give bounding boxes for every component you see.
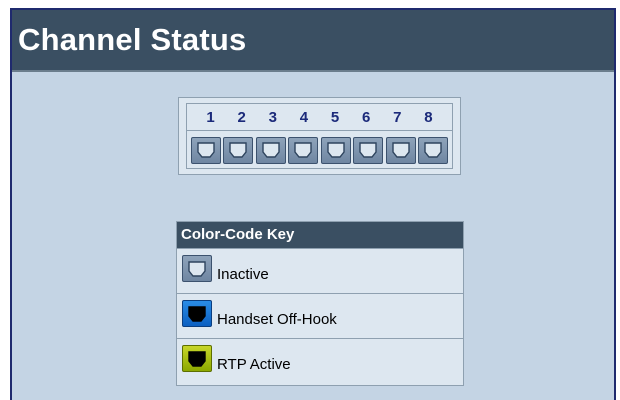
color-code-key-table: Color-Code Key Inactive Handset Off-Hook… — [176, 221, 464, 386]
offhook-port-icon — [182, 300, 212, 327]
key-header: Color-Code Key — [177, 222, 463, 249]
jack-glyph — [294, 142, 312, 158]
jack-glyph — [262, 142, 280, 158]
channel-number: 7 — [393, 109, 402, 126]
jack-glyph — [188, 305, 206, 322]
channel-status-table: 1 2 3 4 5 6 7 8 — [178, 97, 461, 175]
channel-number: 8 — [424, 109, 433, 126]
channel-number: 2 — [237, 109, 246, 126]
key-row-rtp-active: RTP Active — [177, 339, 463, 384]
inactive-port-icon — [182, 255, 212, 282]
key-label: RTP Active — [217, 356, 291, 373]
title-divider — [12, 70, 614, 72]
channel-port-icon[interactable] — [288, 136, 319, 164]
channel-port-icon[interactable] — [223, 136, 254, 164]
channel-number-row: 1 2 3 4 5 6 7 8 — [187, 104, 452, 131]
channel-port-icon[interactable] — [353, 136, 384, 164]
channel-number: 4 — [299, 109, 309, 126]
jack-glyph — [424, 142, 442, 158]
channel-number: 5 — [330, 109, 340, 126]
key-row-inactive: Inactive — [177, 249, 463, 294]
channel-row-divider — [187, 130, 452, 131]
content-frame: Channel Status 1 2 3 4 5 6 7 8 Color-Cod… — [10, 8, 616, 400]
channel-port-icon[interactable] — [320, 136, 351, 164]
jack-glyph — [188, 260, 206, 277]
channel-port-row — [191, 135, 448, 165]
key-label: Handset Off-Hook — [217, 311, 337, 328]
key-label: Inactive — [217, 266, 269, 283]
jack-glyph — [391, 142, 410, 158]
jack-glyph — [359, 142, 377, 158]
jack-glyph — [326, 142, 345, 158]
channel-port-icon[interactable] — [255, 136, 286, 164]
channel-port-icon[interactable] — [385, 136, 416, 164]
channel-port-icon[interactable] — [417, 136, 448, 164]
channel-number: 3 — [268, 109, 277, 126]
jack-glyph — [197, 142, 215, 158]
page-title: Channel Status — [12, 10, 614, 70]
jack-glyph — [188, 350, 206, 367]
channel-grid: 1 2 3 4 5 6 7 8 — [186, 103, 453, 169]
channel-number: 6 — [362, 109, 371, 126]
key-row-offhook: Handset Off-Hook — [177, 294, 463, 339]
jack-glyph — [229, 142, 248, 158]
rtp-active-port-icon — [182, 345, 212, 372]
channel-number: 1 — [206, 109, 215, 126]
channel-port-icon[interactable] — [191, 136, 221, 164]
